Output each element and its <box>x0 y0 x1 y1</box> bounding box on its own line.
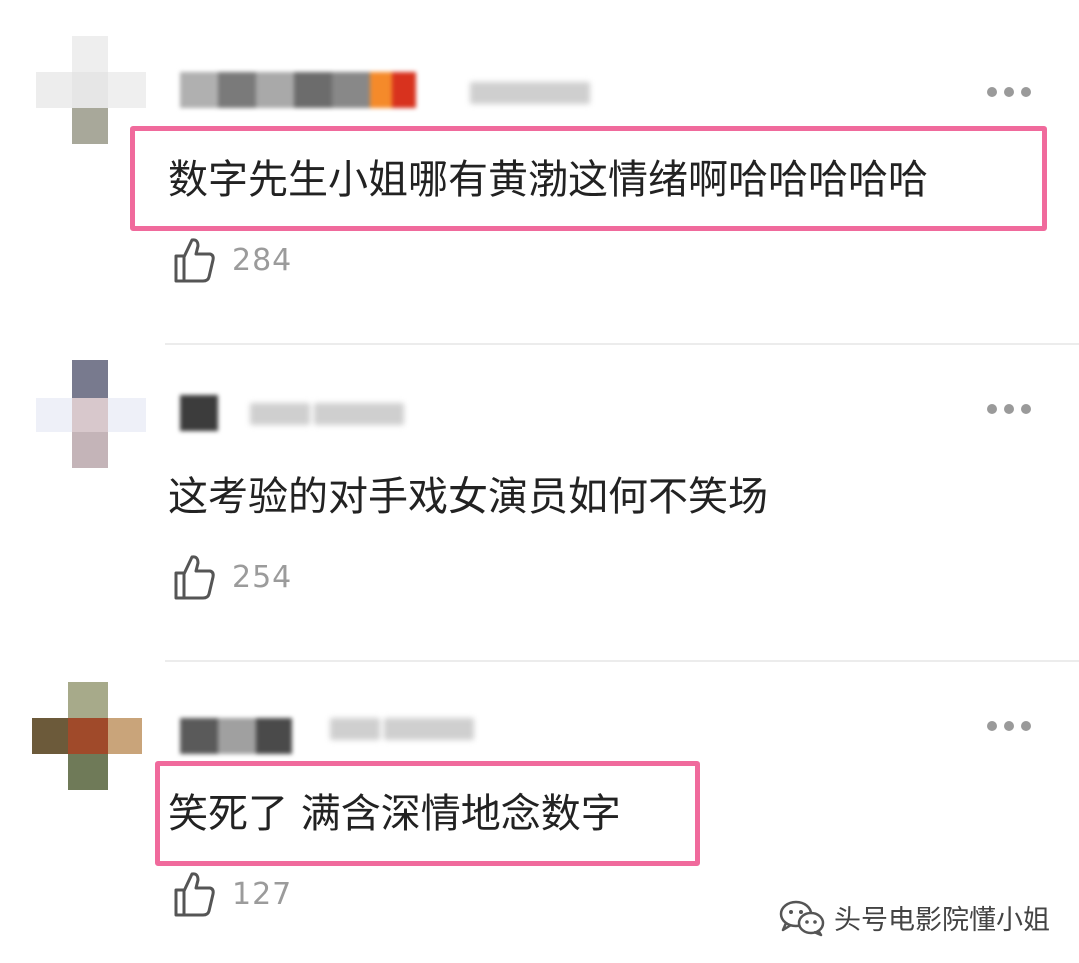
avatar[interactable] <box>36 360 146 470</box>
like-count: 127 <box>232 876 293 912</box>
comment-item: 数字先生小姐哪有黄渤这情绪啊哈哈哈哈哈 284 <box>0 0 1079 345</box>
avatar[interactable] <box>32 682 142 792</box>
username[interactable] <box>180 718 292 754</box>
comment-text: 数字先生小姐哪有黄渤这情绪啊哈哈哈哈哈 <box>168 157 928 203</box>
thumbs-up-icon <box>174 872 215 917</box>
comment-time <box>250 403 408 429</box>
wechat-icon <box>779 900 825 936</box>
more-dots-icon[interactable] <box>987 86 1031 98</box>
more-dots-icon[interactable] <box>987 403 1031 415</box>
like-button[interactable]: 254 <box>172 553 292 601</box>
thumbs-up-icon <box>174 555 215 600</box>
like-count: 254 <box>232 559 293 595</box>
watermark: 头号电影院懂小姐 <box>778 898 1050 937</box>
username[interactable] <box>180 72 416 108</box>
comment-text: 这考验的对手戏女演员如何不笑场 <box>168 474 768 520</box>
like-button[interactable]: 284 <box>172 236 292 284</box>
more-dots-icon[interactable] <box>987 720 1031 732</box>
comment-time <box>330 718 478 744</box>
comment-item: 这考验的对手戏女演员如何不笑场 254 <box>0 345 1079 663</box>
comment-text: 笑死了 满含深情地念数字 <box>168 791 621 837</box>
watermark-text: 头号电影院懂小姐 <box>834 905 1050 936</box>
like-count: 284 <box>232 242 293 278</box>
comment-time <box>470 82 594 108</box>
thumbs-up-icon <box>174 238 215 283</box>
username[interactable] <box>180 395 218 431</box>
like-button[interactable]: 127 <box>172 870 292 918</box>
